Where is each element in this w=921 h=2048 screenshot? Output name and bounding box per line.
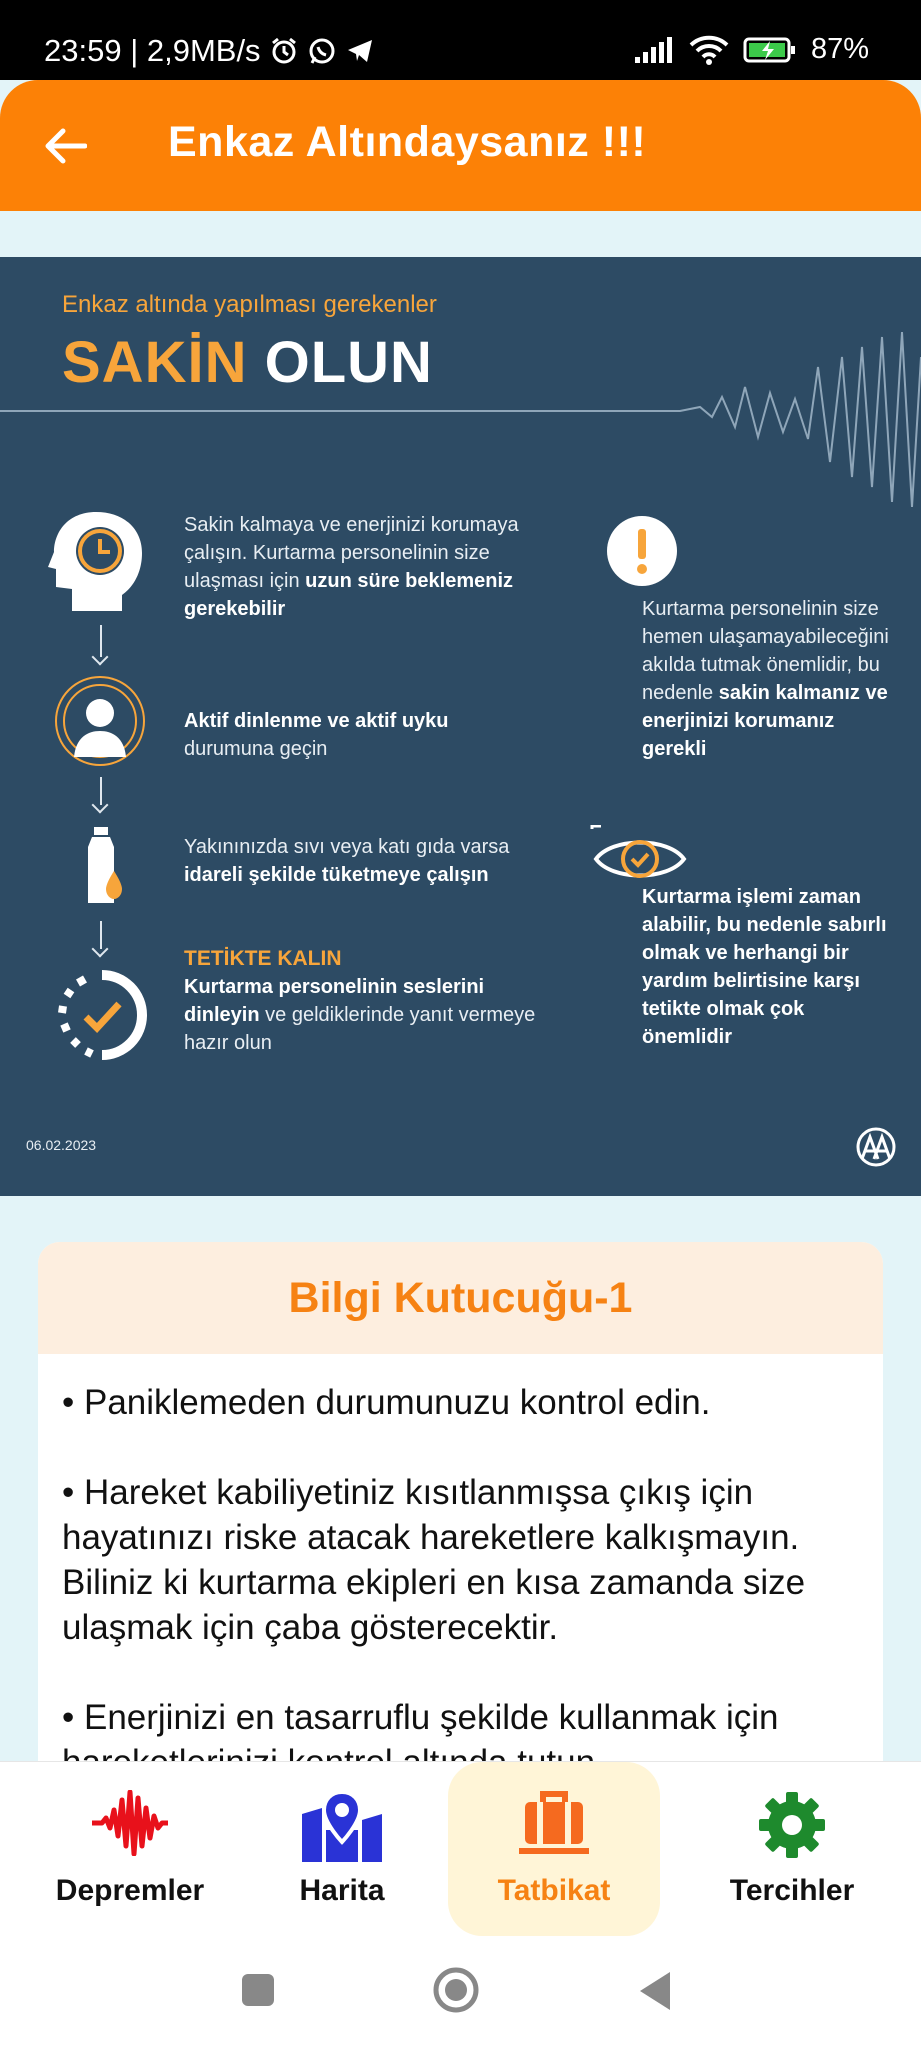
alarm-icon — [269, 36, 299, 66]
status-left: 23:59 | 2,9MB/s — [44, 33, 375, 69]
infographic-title-part1: SAKİN — [62, 330, 248, 395]
water-bottle-icon — [82, 827, 126, 912]
triangle-back-icon — [640, 1972, 670, 2010]
step3-text-bold: idareli şekilde tüketmeye çalışın — [184, 864, 489, 886]
back-system-button[interactable] — [636, 1970, 674, 2017]
home-button[interactable] — [432, 1966, 480, 2019]
seismic-wave-icon — [92, 1790, 168, 1856]
step2-text-plain: durumuna geçin — [184, 738, 328, 760]
nav-item-harita[interactable]: Harita — [236, 1762, 448, 1936]
step2-text-bold: Aktif dinlenme ve aktif uyku — [184, 710, 449, 732]
info-paragraph: • Enerjinizi en tasarruflu şekilde kulla… — [62, 1698, 779, 1762]
whatsapp-icon — [307, 36, 337, 66]
info-card: Bilgi Kutucuğu-1 • Paniklemeden durumunu… — [38, 1242, 883, 1762]
infographic-title-part2: OLUN — [264, 330, 433, 395]
nav-label-tercihler: Tercihler — [729, 1874, 855, 1907]
nav-label-depremler: Depremler — [55, 1874, 205, 1907]
page-title: Enkaz Altındaysanız !!! — [168, 118, 647, 166]
info-card-title: Bilgi Kutucuğu-1 — [288, 1273, 633, 1322]
step2-text: Aktif dinlenme ve aktif uyku durumuna ge… — [184, 707, 544, 763]
briefcase-icon — [519, 1791, 589, 1854]
nav-item-tercihler[interactable]: Tercihler — [686, 1762, 898, 1936]
app-bar: Enkaz Altındaysanız !!! — [0, 80, 921, 211]
signal-icon — [633, 36, 675, 63]
square-icon — [242, 1974, 274, 2006]
recents-button[interactable] — [240, 1972, 276, 2013]
arrow-down-icon — [100, 777, 102, 805]
info-card-header: Bilgi Kutucuğu-1 — [38, 1242, 883, 1354]
aa-logo-icon — [852, 1127, 900, 1172]
infographic-date: 06.02.2023 — [26, 1137, 97, 1153]
arrow-down-icon — [100, 921, 102, 949]
map-pin-icon — [302, 1790, 382, 1862]
step4-heading: TETİKTE KALIN — [184, 947, 342, 970]
bottom-navigation: Depremler Harita Tatbikat Tercihler — [0, 1762, 921, 1946]
nav-label-tatbikat: Tatbikat — [497, 1874, 611, 1907]
arrow-down-icon — [100, 625, 102, 657]
check-progress-icon — [56, 969, 148, 1066]
person-rest-icon — [52, 673, 148, 774]
back-button[interactable] — [40, 120, 92, 172]
nav-label-harita: Harita — [299, 1874, 385, 1907]
head-clock-icon — [46, 507, 146, 622]
step1-text: Sakin kalmaya ve enerjinizi korumaya çal… — [184, 511, 564, 623]
info-paragraph: • Paniklemeden durumunuzu kontrol edin. — [62, 1383, 711, 1422]
status-right: 87% — [633, 33, 869, 66]
circle-icon — [433, 1967, 479, 2013]
battery-charging-icon — [743, 36, 797, 64]
step3-text: Yakınınızda sıvı veya katı gıda varsa id… — [184, 833, 564, 889]
status-time-speed: 23:59 | 2,9MB/s — [44, 33, 261, 68]
infographic-subtitle: Enkaz altında yapılması gerekenler — [62, 291, 437, 318]
battery-percent: 87% — [810, 33, 869, 65]
step4-text: TETİKTE KALIN Kurtarma personelinin sesl… — [184, 945, 564, 1057]
wifi-icon — [689, 35, 729, 65]
status-bar: 23:59 | 2,9MB/s 87% — [0, 0, 921, 80]
exclamation-icon — [606, 515, 678, 592]
infographic-image: Enkaz altında yapılması gerekenler SAKİN… — [0, 257, 921, 1196]
right1-text: Kurtarma personelinin size hemen ulaşama… — [642, 595, 892, 763]
right2-text: Kurtarma işlemi zaman alabilir, bu neden… — [642, 883, 892, 1051]
step3-text-plain: Yakınınızda sıvı veya katı gıda varsa — [184, 836, 510, 858]
gear-icon — [759, 1792, 825, 1858]
infographic-title: SAKİN OLUN — [62, 329, 433, 396]
telegram-icon — [345, 36, 375, 66]
info-paragraph: • Hareket kabiliyetiniz kısıtlanmışsa çı… — [62, 1473, 806, 1647]
info-card-body: • Paniklemeden durumunuzu kontrol edin. … — [38, 1354, 883, 1762]
eye-icon — [590, 824, 690, 892]
nav-item-depremler[interactable]: Depremler — [24, 1762, 236, 1936]
nav-item-tatbikat[interactable]: Tatbikat — [448, 1762, 660, 1936]
arrow-left-icon — [45, 128, 87, 164]
right2-text-bold: Kurtarma işlemi zaman alabilir, bu neden… — [642, 886, 887, 1048]
system-navigation-bar — [0, 1946, 921, 2048]
